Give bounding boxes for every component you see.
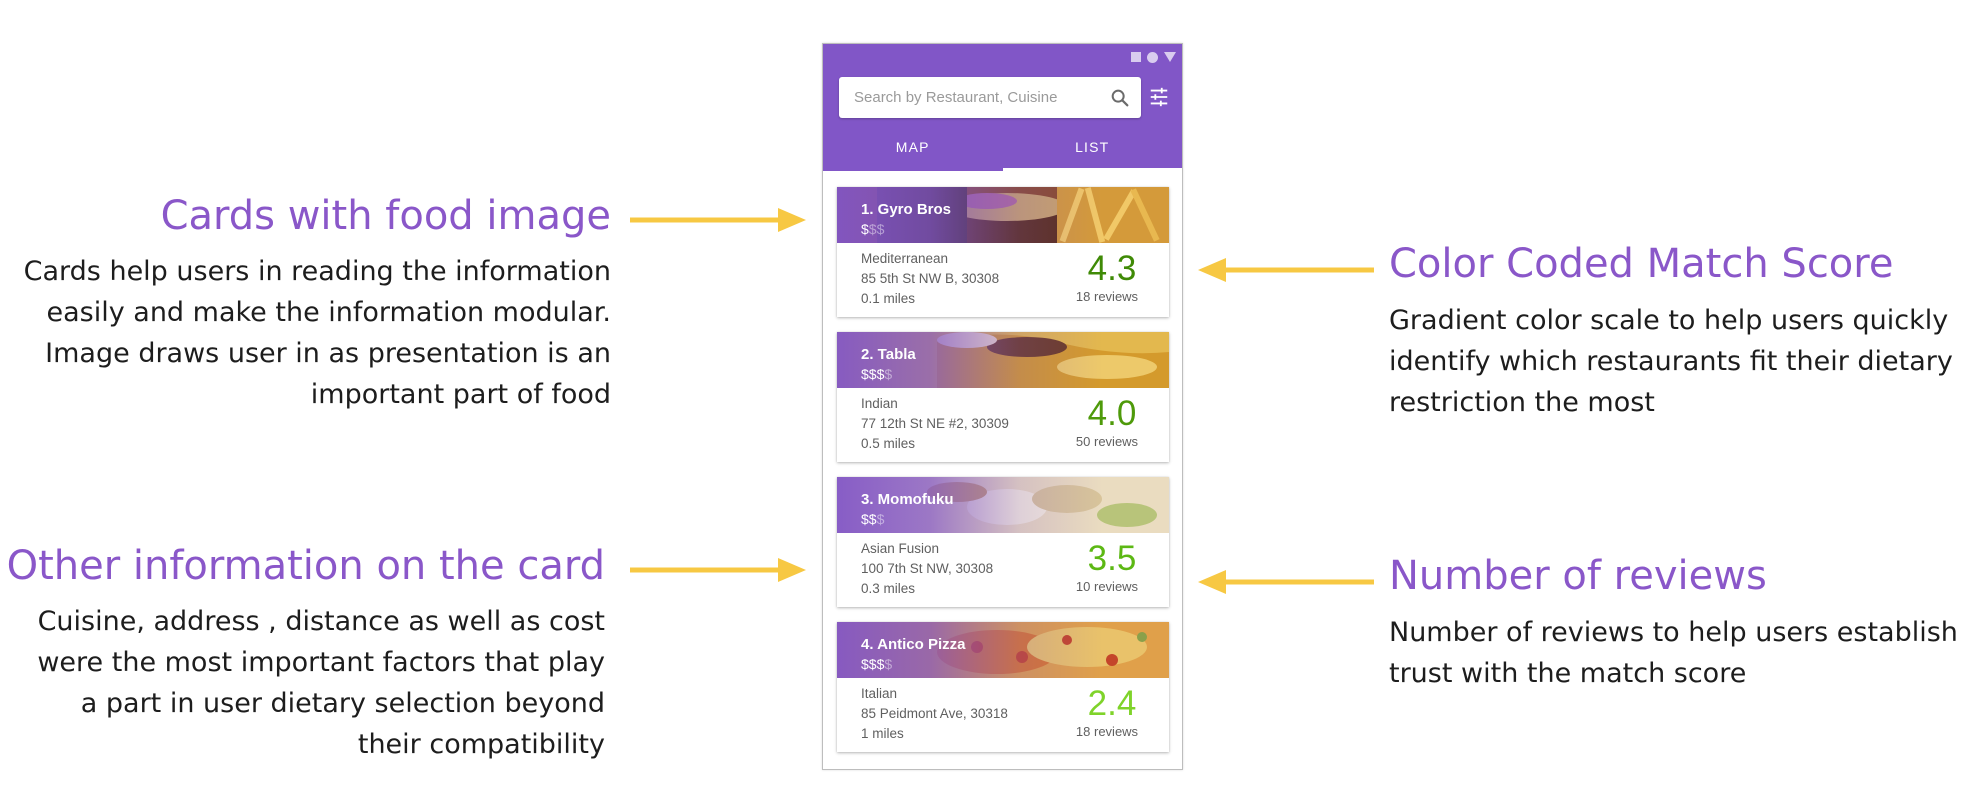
distance-label: 1 miles [861,726,904,741]
arrow-left-icon [1198,570,1374,594]
match-score: 2.4 [1087,684,1137,723]
restaurant-name: 2. Tabla [861,346,916,363]
search-icon[interactable] [1109,87,1131,109]
match-score: 4.3 [1087,249,1137,288]
restaurant-card[interactable]: 1. Gyro Bros $$$ Mediterranean 85 5th St… [837,187,1169,317]
arrow-right-icon [630,208,806,232]
restaurant-name: 1. Gyro Bros [861,201,952,218]
recent-apps-icon [1131,52,1141,62]
annotation-title-other-info: Other information on the card [6,543,605,589]
arrow-right-icon [630,558,806,582]
tab-list[interactable]: LIST [1002,122,1183,171]
annotation-body-cards: Cards help users in reading the informat… [23,256,611,410]
restaurant-details: Mediterranean 85 5th St NW B, 30308 0.1 … [861,249,999,309]
match-score: 3.5 [1087,539,1137,578]
cuisine-label: Indian [861,396,898,411]
review-count: 18 reviews [1075,724,1139,739]
cuisine-label: Asian Fusion [861,541,940,556]
annotation-title-cards: Cards with food image [160,193,611,239]
review-count: 18 reviews [1075,289,1139,304]
tune-icon[interactable] [1148,86,1170,108]
restaurant-details: Italian 85 Peidmont Ave, 30318 1 miles [861,684,1008,744]
address-label: 100 7th St NW, 30308 [861,561,994,576]
restaurant-details: Indian 77 12th St NE #2, 30309 0.5 miles [861,394,1009,454]
search-input[interactable] [839,77,1094,118]
annotation-body-reviews: Number of reviews to help users establis… [1389,617,1958,689]
cost-level: $$$$ [861,656,893,672]
cost-level: $$$ [861,511,885,527]
restaurant-card[interactable]: 3. Momofuku $$$ Asian Fusion 100 7th St … [837,477,1169,607]
arrow-left-icon [1198,258,1374,282]
restaurant-name: 4. Antico Pizza [861,636,966,653]
distance-label: 0.5 miles [861,436,916,451]
cuisine-label: Italian [861,686,898,701]
cuisine-label: Mediterranean [861,251,949,266]
distance-label: 0.1 miles [861,291,916,306]
restaurant-card[interactable]: 4. Antico Pizza $$$$ Italian 85 Peidmont… [837,622,1169,752]
cost-level: $$$$ [861,366,893,382]
phone-screen: MAP LIST 1. Gy [822,43,1183,770]
home-icon [1147,51,1158,63]
annotation-title-match-score: Color Coded Match Score [1389,241,1894,287]
app-bar: MAP LIST [823,44,1182,171]
back-icon [1164,52,1176,62]
tab-bar: MAP LIST [823,122,1182,171]
search-box [839,77,1141,118]
address-label: 85 5th St NW B, 30308 [861,271,1000,286]
annotation-body-other-info: Cuisine, address , distance as well as c… [37,606,605,760]
review-count: 10 reviews [1075,579,1139,594]
restaurant-name: 3. Momofuku [861,491,954,508]
tab-map[interactable]: MAP [823,122,1003,171]
annotation-body-match-score: Gradient color scale to help users quick… [1389,305,1953,418]
match-score: 4.0 [1087,394,1137,433]
cost-level: $$$ [861,221,885,237]
annotation-title-reviews: Number of reviews [1389,553,1767,599]
status-bar [1131,49,1176,65]
restaurant-details: Asian Fusion 100 7th St NW, 30308 0.3 mi… [861,539,993,599]
address-label: 77 12th St NE #2, 30309 [861,416,1009,431]
restaurant-card[interactable]: 2. Tabla $$$$ Indian 77 12th St NE #2, 3… [837,332,1169,462]
distance-label: 0.3 miles [861,581,916,596]
address-label: 85 Peidmont Ave, 30318 [861,706,1008,721]
review-count: 50 reviews [1075,434,1139,449]
